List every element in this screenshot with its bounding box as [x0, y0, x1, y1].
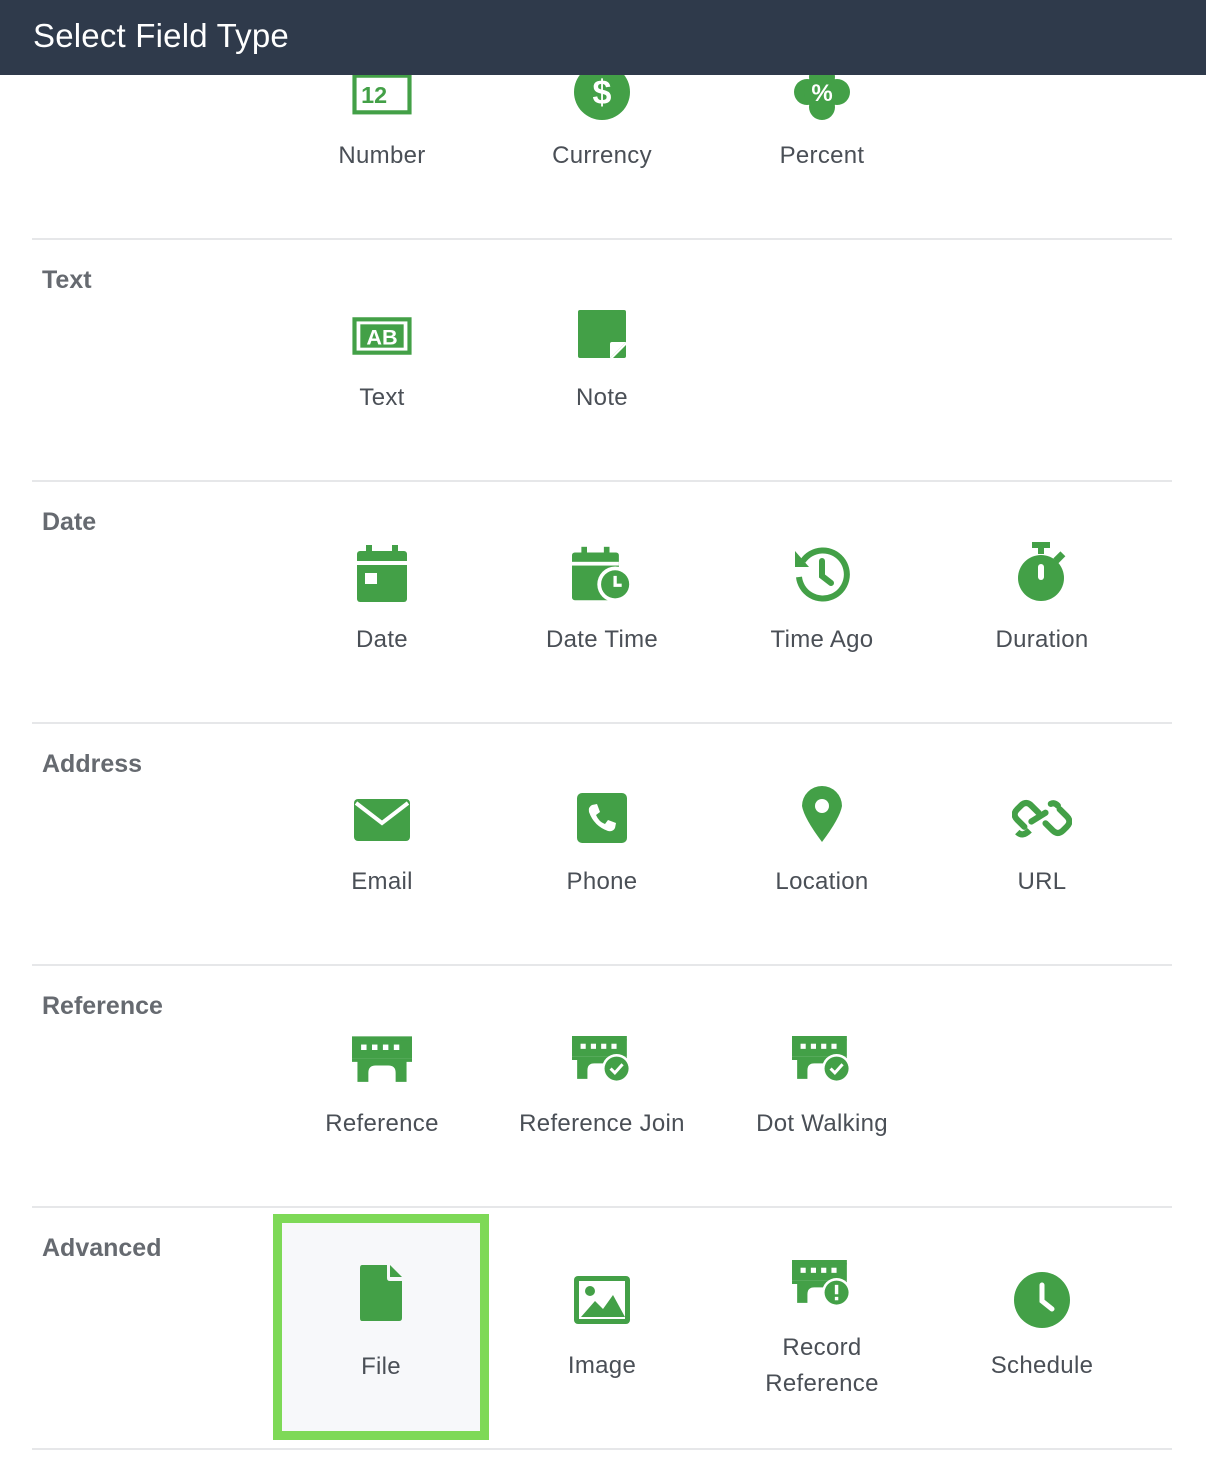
image-icon [572, 1270, 632, 1330]
divider [32, 1206, 1172, 1208]
tile-email[interactable]: Email [274, 770, 490, 992]
tile-label: Dot Walking [756, 1110, 888, 1137]
modal-title: Select Field Type [33, 17, 289, 54]
tile-file[interactable]: File [273, 1214, 489, 1440]
tile-label: Number [338, 142, 426, 169]
calendar-clock-icon [572, 544, 632, 604]
section-title: Reference [42, 992, 163, 1020]
tile-label: Reference [325, 1110, 439, 1137]
tile-image[interactable]: Image [494, 1256, 710, 1478]
section-title: Address [42, 750, 143, 778]
bridge-check-icon [792, 1030, 852, 1090]
tile-label: URL [1017, 868, 1067, 895]
tile-phone[interactable]: Phone [494, 770, 710, 992]
svg-text:$: $ [593, 74, 612, 112]
section-title: Date [42, 508, 97, 536]
tile-label: Time Ago [770, 626, 874, 653]
tile-label: Phone [566, 868, 638, 895]
divider [32, 480, 1172, 482]
tile-dot-walking[interactable]: Dot Walking [714, 1012, 930, 1234]
tile-label: Currency [552, 142, 652, 169]
tile-reference[interactable]: Reference [274, 1012, 490, 1234]
envelope-icon [352, 790, 412, 850]
tile-label: Text [359, 384, 405, 411]
modal-header: Select Field Type [0, 0, 1206, 75]
link-icon [1012, 788, 1072, 848]
tile-label: File [361, 1353, 401, 1380]
svg-text:12: 12 [361, 82, 387, 108]
file-icon [351, 1263, 411, 1323]
tile-label: Date [356, 626, 408, 653]
bridge-alert-icon [792, 1254, 852, 1314]
text-ab-icon: AB [352, 306, 412, 366]
tile-note[interactable]: Note [494, 286, 710, 508]
tile-label: Duration [995, 626, 1089, 653]
field-type-grid: 12 Number $ Currency % Percent Text AB T… [0, 0, 1206, 1452]
tile-label: Reference Join [519, 1110, 685, 1137]
divider [32, 238, 1172, 240]
bridge-icon [352, 1030, 412, 1090]
tile-label: Record Reference [765, 1334, 879, 1397]
tile-time-ago[interactable]: Time Ago [714, 528, 930, 750]
tile-label: Image [567, 1352, 637, 1379]
map-pin-icon [792, 784, 852, 844]
tile-label: Percent [779, 142, 865, 169]
divider [32, 964, 1172, 966]
clock-icon [1012, 1270, 1072, 1330]
section-title: Advanced [42, 1234, 162, 1262]
tile-date[interactable]: Date [274, 528, 490, 750]
tile-record-reference[interactable]: Record Reference [714, 1238, 930, 1460]
tile-url[interactable]: URL [934, 770, 1150, 992]
tile-label: Note [576, 384, 628, 411]
history-icon [792, 544, 852, 604]
tile-label: Date Time [545, 626, 659, 653]
tile-location[interactable]: Location [714, 770, 930, 992]
tile-duration[interactable]: Duration [934, 528, 1150, 750]
stopwatch-icon [1012, 542, 1072, 602]
svg-text:AB: AB [366, 324, 397, 349]
svg-text:%: % [811, 80, 832, 107]
tile-label: Location [775, 868, 869, 895]
tile-percent[interactable]: % Percent [714, 44, 930, 266]
tile-schedule[interactable]: Schedule [934, 1256, 1150, 1478]
phone-icon [572, 788, 632, 848]
tile-number[interactable]: 12 Number [274, 44, 490, 266]
tile-label: Email [351, 868, 413, 895]
note-icon [572, 304, 632, 364]
tile-text[interactable]: AB Text [274, 286, 490, 508]
bridge-check-icon [572, 1030, 632, 1090]
tile-currency[interactable]: $ Currency [494, 44, 710, 266]
tile-label: Schedule [990, 1352, 1094, 1379]
tile-reference-join[interactable]: Reference Join [494, 1012, 710, 1234]
tile-date-time[interactable]: Date Time [494, 528, 710, 750]
divider [32, 722, 1172, 724]
section-title: Text [42, 266, 92, 294]
calendar-icon [352, 544, 412, 604]
divider [32, 1448, 1172, 1450]
